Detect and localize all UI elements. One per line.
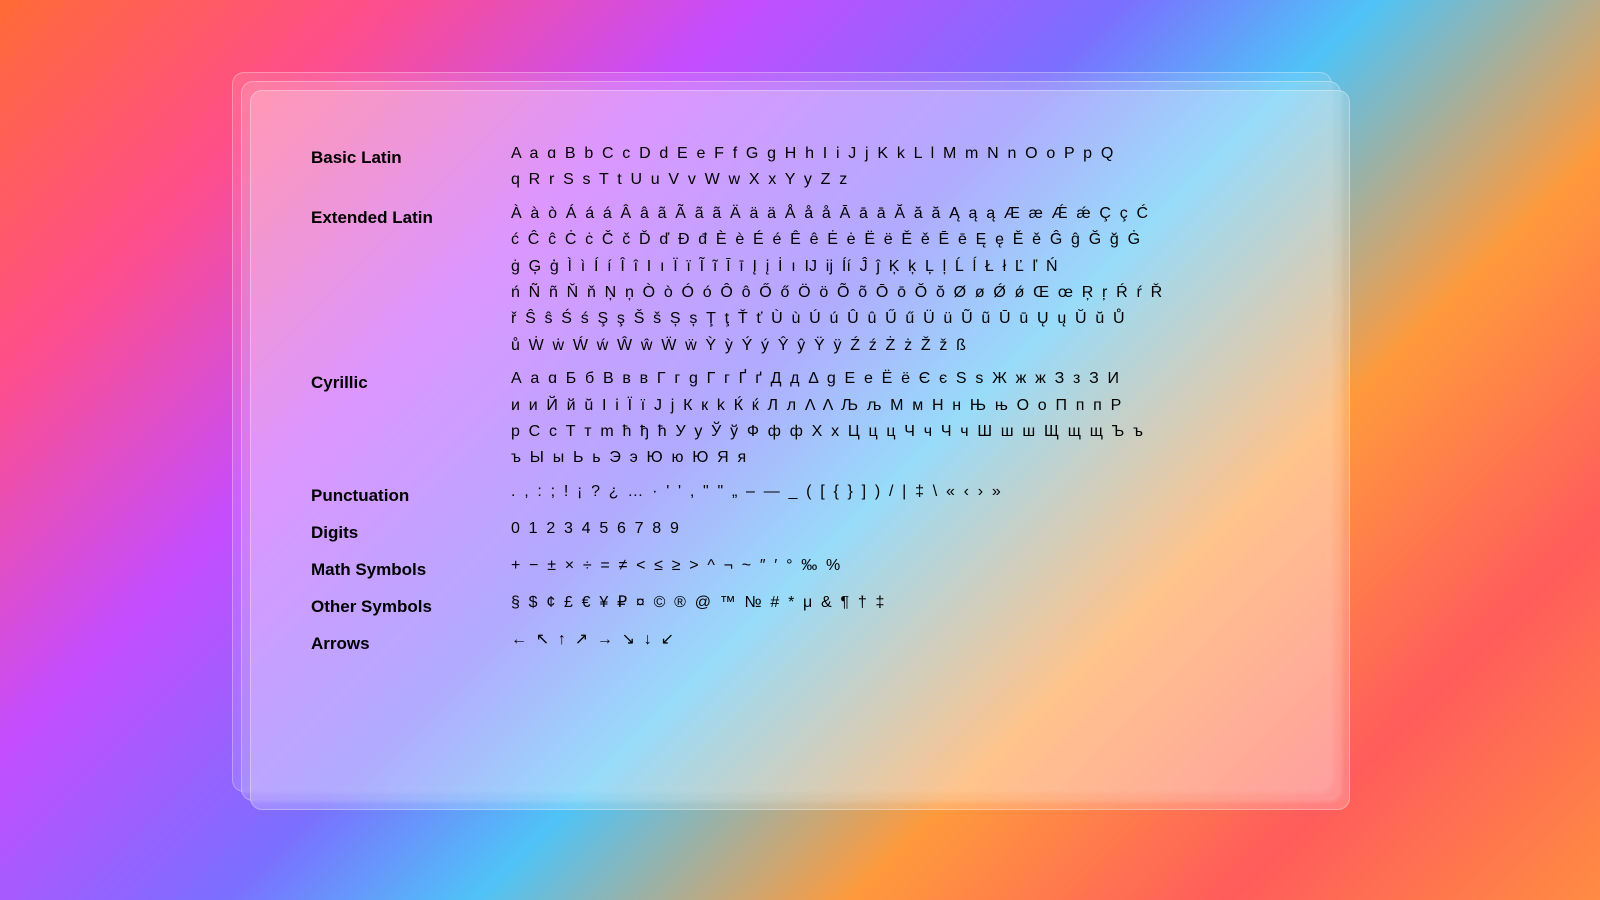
label-basic-latin: Basic Latin <box>311 141 511 171</box>
glyph-table: Basic Latin A a ɑ B b C c D d E e F f G … <box>311 141 1289 658</box>
label-cyrillic: Cyrillic <box>311 366 511 396</box>
label-punctuation: Punctuation <box>311 479 511 509</box>
label-other-symbols: Other Symbols <box>311 590 511 620</box>
label-math-symbols: Math Symbols <box>311 553 511 583</box>
label-extended-latin: Extended Latin <box>311 201 511 231</box>
content-cyrillic: А а ɑ Б б В в ʙ Г г ɡ Г г Ґ ґ Д д Δ ɡ Е … <box>511 366 1289 472</box>
label-digits: Digits <box>311 516 511 546</box>
label-arrows: Arrows <box>311 627 511 657</box>
content-punctuation: . , : ; ! ¡ ? ¿ … · ' ' , " " „ – — _ ( … <box>511 479 1289 509</box>
content-digits: 0 1 2 3 4 5 6 7 8 9 <box>511 516 1289 546</box>
card-layer-1: Basic Latin A a ɑ B b C c D d E e F f G … <box>250 90 1350 810</box>
content-math-symbols: + − ± × ÷ = ≠ < ≤ ≥ > ^ ¬ ~ ″ ′ ° ‰ % <box>511 553 1289 583</box>
scene: Basic Latin A a ɑ B b C c D d E e F f G … <box>0 0 1600 900</box>
card-stack: Basic Latin A a ɑ B b C c D d E e F f G … <box>250 90 1350 810</box>
content-extended-latin: À à ò Á á á Â â ã Ã ã ã Ä ä ä Å å å Ā ā … <box>511 201 1289 359</box>
content-basic-latin: A a ɑ B b C c D d E e F f G g H h I i J … <box>511 141 1289 194</box>
content-arrows: ← ↖ ↑ ↗ → ↘ ↓ ↙ <box>511 627 1289 657</box>
content-other-symbols: § $ ¢ £ € ¥ ₽ ¤ © ® @ ™ № # * μ & ¶ † ‡ <box>511 590 1289 620</box>
